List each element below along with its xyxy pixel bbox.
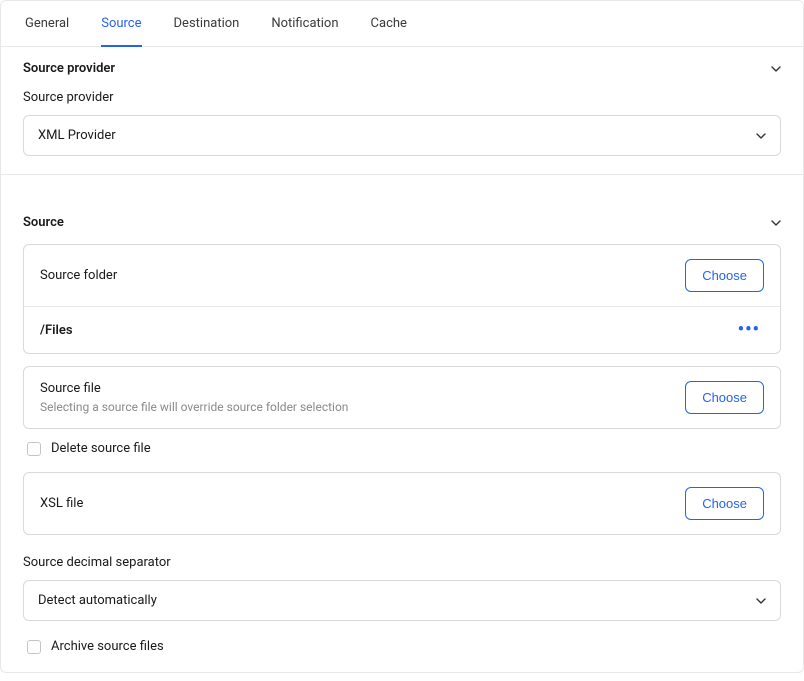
section-body: Source provider XML Provider: [1, 90, 803, 174]
delete-source-file-label: Delete source file: [51, 441, 151, 456]
chevron-down-icon: [771, 64, 781, 74]
decimal-separator-label: Source decimal separator: [23, 555, 781, 570]
section-title: Source provider: [23, 61, 115, 76]
decimal-separator-value: Detect automatically: [38, 593, 157, 608]
source-folder-value: /Files: [40, 323, 73, 338]
source-file-label: Source file: [40, 381, 348, 396]
archive-source-files-label: Archive source files: [51, 639, 164, 654]
source-provider-select[interactable]: XML Provider: [23, 115, 781, 156]
source-folder-label: Source folder: [40, 268, 117, 283]
source-file-card: Source file Selecting a source file will…: [23, 366, 781, 429]
tab-destination[interactable]: Destination: [158, 1, 256, 46]
chevron-down-icon: [771, 218, 781, 228]
decimal-separator-select[interactable]: Detect automatically: [23, 580, 781, 621]
source-file-row: Source file Selecting a source file will…: [24, 367, 780, 428]
delete-source-file-checkbox[interactable]: [27, 442, 41, 456]
delete-source-file-row: Delete source file: [27, 441, 781, 456]
choose-source-file-button[interactable]: Choose: [685, 381, 764, 414]
tab-cache[interactable]: Cache: [355, 1, 423, 46]
choose-source-folder-button[interactable]: Choose: [685, 259, 764, 292]
tab-source[interactable]: Source: [85, 1, 157, 46]
settings-container: General Source Destination Notification …: [0, 0, 804, 673]
section-body: Source folder Choose /Files ••• Source f…: [1, 244, 803, 672]
xsl-file-card: XSL file Choose: [23, 472, 781, 535]
archive-source-files-checkbox[interactable]: [27, 640, 41, 654]
tab-general[interactable]: General: [9, 1, 85, 46]
section-source: Source Source folder Choose /Files •••: [1, 175, 803, 672]
tabs-bar: General Source Destination Notification …: [1, 1, 803, 47]
chevron-down-icon: [756, 131, 766, 141]
more-options-icon[interactable]: •••: [734, 321, 764, 339]
source-folder-value-row: /Files •••: [24, 306, 780, 353]
source-provider-label: Source provider: [23, 90, 781, 105]
xsl-file-label: XSL file: [40, 496, 83, 511]
source-folder-card: Source folder Choose /Files •••: [23, 244, 781, 354]
xsl-file-row: XSL file Choose: [24, 473, 780, 534]
section-source-provider: Source provider Source provider XML Prov…: [1, 47, 803, 175]
section-title: Source: [23, 215, 64, 230]
source-folder-header-row: Source folder Choose: [24, 245, 780, 306]
choose-xsl-file-button[interactable]: Choose: [685, 487, 764, 520]
tab-notification[interactable]: Notification: [255, 1, 354, 46]
source-file-hint: Selecting a source file will override so…: [40, 400, 348, 414]
archive-source-files-row: Archive source files: [27, 639, 781, 654]
chevron-down-icon: [756, 596, 766, 606]
section-header-source-provider[interactable]: Source provider: [1, 47, 803, 90]
source-provider-value: XML Provider: [38, 128, 116, 143]
section-header-source[interactable]: Source: [1, 201, 803, 244]
